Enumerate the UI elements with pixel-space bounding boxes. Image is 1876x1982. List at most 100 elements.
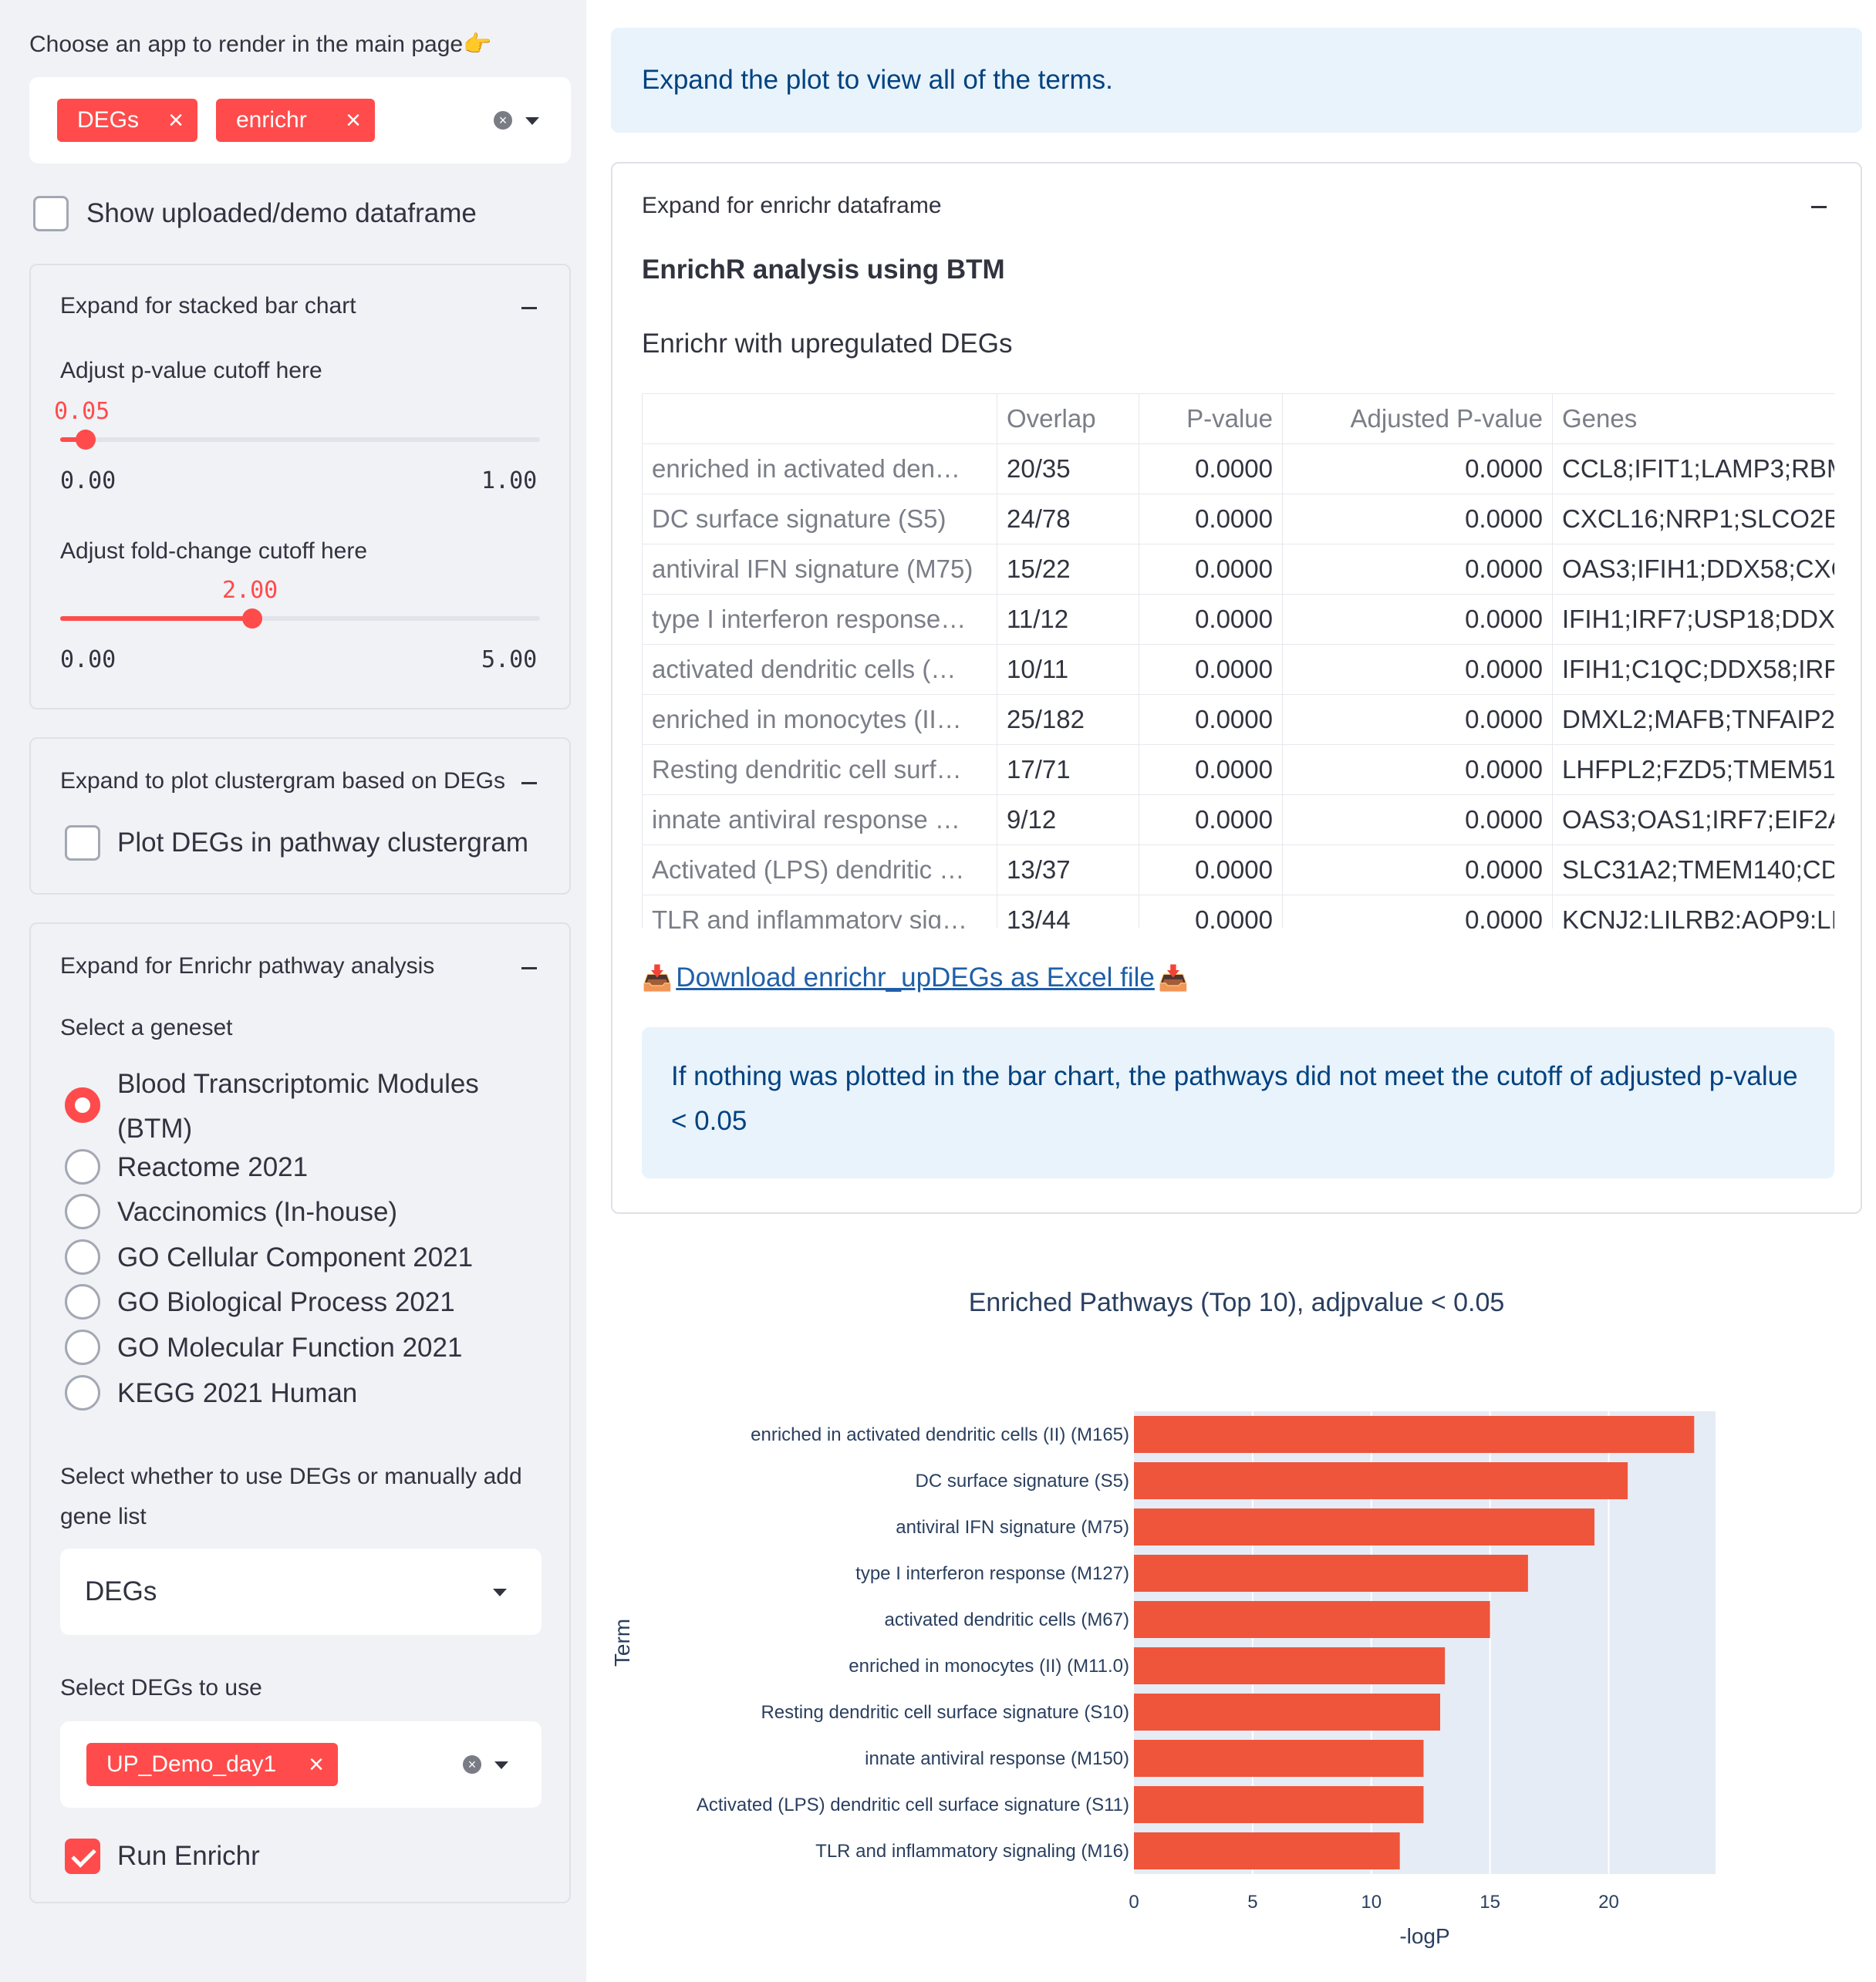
- table-cell: 0.0000: [1139, 794, 1283, 845]
- table-cell: IFIH1;IRF7;USP18;DDX6: [1552, 594, 1834, 645]
- geneset-radio-kegg[interactable]: [65, 1375, 100, 1411]
- table-row[interactable]: TLR and inflammatory sig… 13/44 0.0000 0.00…: [642, 895, 1834, 929]
- collapse-icon[interactable]: [521, 782, 537, 784]
- table-row[interactable]: enriched in activated den… 20/35 0.0000 0.0…: [642, 443, 1834, 494]
- remove-tag-icon[interactable]: ×: [309, 1749, 324, 1780]
- geneset-option: GO Molecular Function 2021: [117, 1333, 463, 1363]
- bar[interactable]: [1134, 1740, 1424, 1777]
- bar[interactable]: [1134, 1601, 1490, 1638]
- table-header-cell[interactable]: Adjusted P-value: [1282, 393, 1553, 444]
- table-row[interactable]: Activated (LPS) dendritic … 13/37 0.0000 0.…: [642, 844, 1834, 895]
- deg-tag: UP_Demo_day1 ×: [86, 1743, 338, 1786]
- table-row[interactable]: Resting dendritic cell surf… 17/71 0.0000 0…: [642, 744, 1834, 795]
- geneset-radio-go-bp[interactable]: [65, 1284, 100, 1320]
- chevron-down-icon[interactable]: [494, 1761, 508, 1769]
- table-cell: 0.0000: [1282, 794, 1553, 845]
- geneset-label: Select a geneset: [60, 1015, 233, 1040]
- y-tick-label: innate antiviral response (M150): [865, 1748, 1129, 1769]
- table-row[interactable]: DC surface signature (S5) 24/78 0.0000 0.00…: [642, 494, 1834, 544]
- subheading: Enrichr with upregulated DEGs: [642, 329, 1013, 359]
- chevron-down-icon[interactable]: [525, 117, 539, 125]
- row-index-cell: activated dendritic cells (…: [642, 644, 997, 695]
- collapse-icon[interactable]: [521, 307, 537, 309]
- geneset-option: Reactome 2021: [117, 1152, 309, 1182]
- app-tag-degs: DEGs ×: [57, 99, 197, 142]
- inbox-tray-icon: 📥: [642, 964, 673, 992]
- bar[interactable]: [1134, 1786, 1424, 1823]
- table-cell: 0.0000: [1139, 544, 1283, 595]
- geneset-radio-reactome[interactable]: [65, 1149, 100, 1185]
- table-cell: 13/44: [997, 895, 1139, 929]
- table-cell: LHFPL2;FZD5;TMEM51;: [1552, 744, 1834, 795]
- enrichr-expander: Expand for Enrichr pathway analysis Sele…: [29, 922, 571, 1903]
- collapse-icon[interactable]: [1811, 206, 1827, 208]
- bar[interactable]: [1134, 1694, 1441, 1731]
- geneset-radio-btm[interactable]: [65, 1087, 100, 1123]
- remove-tag-icon[interactable]: ×: [168, 105, 184, 136]
- table-cell: 9/12: [997, 794, 1139, 845]
- enrichr-dataframe-expander: Expand for enrichr dataframe EnrichR ana…: [611, 162, 1862, 1214]
- download-link[interactable]: 📥 Download enrichr_upDEGs as Excel file …: [642, 962, 1189, 993]
- run-enrichr-label: Run Enrichr: [117, 1841, 260, 1871]
- expander-title[interactable]: Expand for enrichr dataframe: [642, 193, 942, 219]
- expander-title[interactable]: Expand to plot clustergram based on DEGs: [60, 768, 505, 794]
- pvalue-slider-track[interactable]: [60, 437, 540, 442]
- expander-title[interactable]: Expand for Enrichr pathway analysis: [60, 953, 434, 979]
- clear-all-icon[interactable]: ×: [463, 1755, 481, 1774]
- x-tick-label: 10: [1361, 1892, 1382, 1913]
- bar[interactable]: [1134, 1647, 1446, 1684]
- table-header-cell[interactable]: P-value: [1139, 393, 1283, 444]
- app-tag-enrichr: enrichr ×: [216, 99, 375, 142]
- table-row[interactable]: antiviral IFN signature (M75) 15/22 0.0000…: [642, 544, 1834, 595]
- table-row[interactable]: enriched in monocytes (II… 25/182 0.0000 0.…: [642, 694, 1834, 745]
- degs-or-manual-select[interactable]: DEGs: [60, 1549, 542, 1635]
- table-cell: OAS3;IFIH1;DDX58;CXC: [1552, 544, 1834, 595]
- geneset-radio-vaccinomics[interactable]: [65, 1194, 100, 1229]
- table-cell: CXCL16;NRP1;SLCO2B1: [1552, 494, 1834, 544]
- row-index-cell: innate antiviral response …: [642, 794, 997, 845]
- inbox-tray-icon: 📥: [1158, 964, 1189, 992]
- table-cell: 0.0000: [1282, 744, 1553, 795]
- row-index-cell: TLR and inflammatory sig…: [642, 895, 997, 929]
- select-value: DEGs: [85, 1576, 157, 1606]
- table-cell: 0.0000: [1139, 644, 1283, 695]
- bar[interactable]: [1134, 1462, 1628, 1499]
- geneset-radio-go-mf[interactable]: [65, 1330, 100, 1365]
- row-index-cell: antiviral IFN signature (M75): [642, 544, 997, 595]
- clear-all-icon[interactable]: ×: [494, 111, 512, 130]
- table-cell: 0.0000: [1282, 544, 1553, 595]
- run-enrichr-checkbox[interactable]: [65, 1839, 100, 1874]
- table-header-cell[interactable]: Genes: [1552, 393, 1834, 444]
- y-tick-label: DC surface signature (S5): [916, 1471, 1129, 1492]
- table-row[interactable]: type I interferon response… 11/12 0.0000 0.…: [642, 594, 1834, 645]
- table-row[interactable]: innate antiviral response … 9/12 0.0000 0.0…: [642, 794, 1834, 845]
- app-multiselect[interactable]: DEGs × enrichr × ×: [29, 77, 571, 163]
- app-page: Choose an app to render in the main page…: [0, 0, 1876, 1982]
- expander-title[interactable]: Expand for stacked bar chart: [60, 293, 356, 319]
- fold-change-value: 2.00: [222, 577, 278, 604]
- x-tick-label: 5: [1247, 1892, 1257, 1913]
- bar[interactable]: [1134, 1416, 1695, 1453]
- collapse-icon[interactable]: [521, 967, 537, 969]
- fold-change-slider-thumb[interactable]: [242, 608, 262, 629]
- bar[interactable]: [1134, 1555, 1528, 1592]
- bar[interactable]: [1134, 1832, 1400, 1869]
- table-header-cell[interactable]: [642, 393, 997, 444]
- remove-tag-icon[interactable]: ×: [346, 105, 361, 136]
- show-dataframe-checkbox[interactable]: [33, 196, 69, 231]
- table-cell: 0.0000: [1139, 443, 1283, 494]
- table-cell: 0.0000: [1139, 494, 1283, 544]
- enrichr-dataframe[interactable]: Overlap P-value Adjusted P-value Genes enri…: [642, 393, 1834, 929]
- degs-multiselect[interactable]: UP_Demo_day1 × ×: [60, 1721, 542, 1808]
- sidebar: Choose an app to render in the main page…: [0, 0, 586, 1982]
- table-row[interactable]: activated dendritic cells (… 10/11 0.0000 0…: [642, 644, 1834, 695]
- plot-clustergram-checkbox[interactable]: [65, 825, 100, 861]
- pvalue-slider-thumb[interactable]: [76, 430, 96, 450]
- enrichment-bar-chart[interactable]: 0 5 10 15 20 enriched in activated dendritic …: [602, 1265, 1851, 1982]
- chevron-down-icon[interactable]: [493, 1589, 507, 1596]
- geneset-radio-go-cc[interactable]: [65, 1239, 100, 1275]
- bar[interactable]: [1134, 1508, 1595, 1545]
- row-index-cell: enriched in monocytes (II…: [642, 694, 997, 745]
- chart-title: Enriched Pathways (Top 10), adjpvalue < …: [969, 1288, 1505, 1317]
- table-header-cell[interactable]: Overlap: [997, 393, 1139, 444]
